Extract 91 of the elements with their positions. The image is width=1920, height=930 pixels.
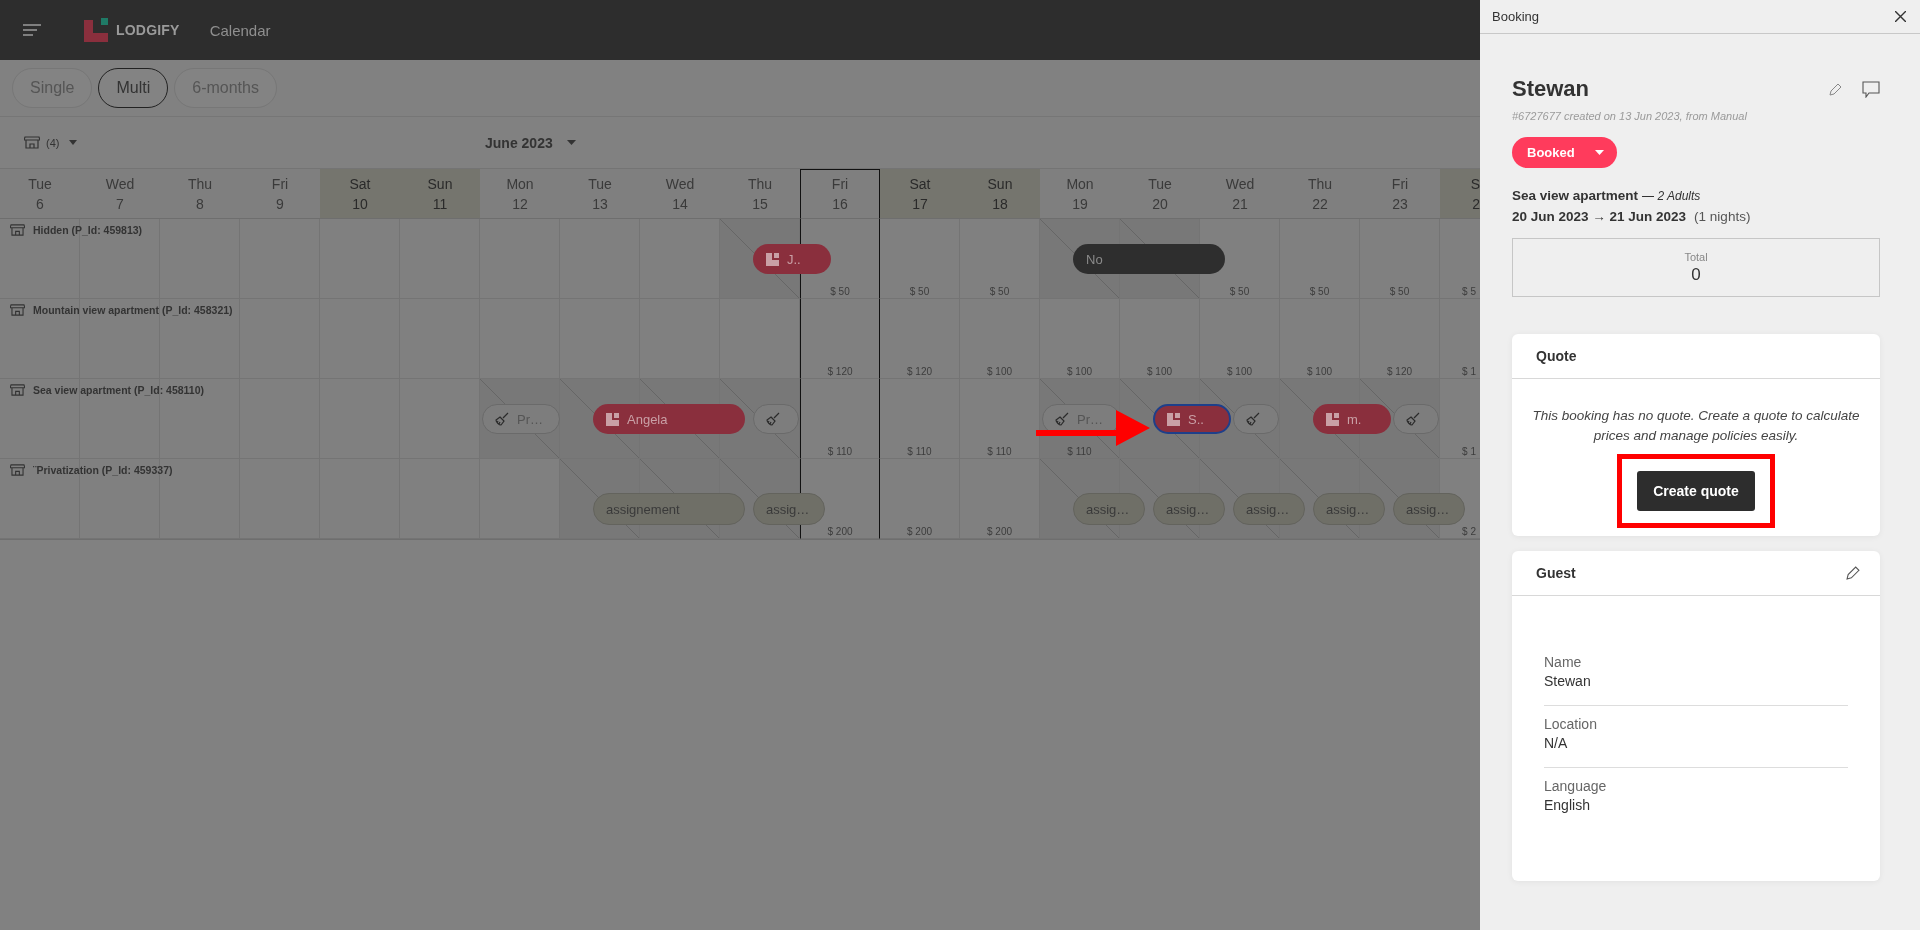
caret-icon: [566, 140, 576, 145]
price-label: $ 50: [829, 286, 851, 297]
price-label: $ 110: [826, 446, 854, 457]
property-label: ¨Privatization (P_Id: 459337): [10, 464, 173, 476]
price-label: $ 100: [1226, 366, 1253, 377]
booking-meta: #6727677 created on 13 Jun 2023, from Manual: [1512, 110, 1748, 122]
price-label: $ 50: [1388, 286, 1411, 297]
broom-icon: [1055, 412, 1069, 426]
store-icon: [10, 224, 25, 236]
broom-icon: [766, 412, 780, 426]
panel-title: Booking: [1492, 9, 1539, 24]
day-header: S 2: [1440, 169, 1480, 219]
price-label: $ 100: [1066, 366, 1093, 377]
pencil-icon[interactable]: [1829, 82, 1842, 96]
broom-icon: [1246, 412, 1260, 426]
cleaning-pill[interactable]: [753, 404, 799, 434]
logo-icon: [84, 18, 108, 42]
price-label: $ 110: [906, 446, 933, 457]
field-value: Stewan: [1544, 673, 1592, 689]
price-label: $ 200: [986, 526, 1013, 537]
field-label: Name: [1544, 654, 1583, 670]
caret-icon: [1594, 150, 1604, 155]
card-title: Guest: [1536, 565, 1576, 581]
property-filter[interactable]: (4): [24, 136, 78, 149]
status-dropdown[interactable]: Booked: [1512, 137, 1617, 168]
create-quote-button[interactable]: Create quote: [1637, 471, 1755, 511]
field-label: Location: [1544, 716, 1598, 732]
price-label: $ 120: [1386, 366, 1413, 377]
view-tab[interactable]: Multi: [98, 68, 169, 108]
price-label: $ 100: [1306, 366, 1333, 377]
price-label: $ 2: [1462, 526, 1476, 537]
total-value: 0: [1691, 264, 1701, 285]
blocked-pill[interactable]: No: [1073, 244, 1225, 274]
booking-icon: [1326, 412, 1339, 426]
booking-pill[interactable]: S..: [1153, 404, 1231, 434]
price-label: $ 110: [1066, 446, 1093, 457]
guest-count: — 2 Adults: [1642, 189, 1701, 203]
nights-count: (1 nights): [1694, 209, 1751, 224]
price-label: $ 50: [988, 286, 1011, 297]
app-name: LODGIFY: [116, 22, 180, 38]
stay-dates: 20 Jun 2023 → 21 Jun 2023: [1512, 209, 1687, 224]
property-label: Sea view apartment (P_Id: 458110): [10, 384, 204, 396]
cleaning-pill[interactable]: [1393, 404, 1439, 434]
cleaning-pill[interactable]: [1233, 404, 1279, 434]
close-icon[interactable]: [1895, 11, 1906, 22]
booking-icon: [1167, 412, 1180, 426]
property-name: Sea view apartment: [1512, 188, 1639, 203]
store-icon: [10, 464, 25, 476]
store-icon: [10, 304, 25, 316]
booking-pill[interactable]: J..: [753, 244, 831, 274]
quote-message: This booking has no quote. Create a quote to calculate prices and manage policies easily.: [1532, 407, 1860, 445]
price-label: $ 110: [986, 446, 1013, 457]
price-label: $ 5: [1462, 286, 1476, 297]
price-label: $ 1: [1462, 446, 1476, 457]
price-label: $ 100: [986, 366, 1013, 377]
day-header: Fri 16: [800, 169, 880, 219]
field-value: N/A: [1544, 735, 1569, 751]
menu-icon[interactable]: [23, 24, 41, 36]
pencil-icon[interactable]: [1846, 566, 1860, 580]
price-label: $ 100: [1146, 366, 1173, 377]
price-label: $ 120: [906, 366, 933, 377]
day-header: Sun 18: [960, 169, 1040, 219]
guest-name-title: Stewan: [1512, 76, 1591, 102]
property-label: Mountain view apartment (P_Id: 458321): [10, 304, 233, 316]
day-header: Sat 17: [880, 169, 960, 219]
price-label: $ 200: [826, 526, 854, 537]
price-label: $ 50: [908, 286, 931, 297]
day-header: Sat 10: [320, 169, 400, 219]
caret-icon: [69, 140, 78, 145]
booking-icon: [606, 412, 619, 426]
broom-icon: [495, 412, 509, 426]
store-icon: [10, 384, 25, 396]
total-label: Total: [1684, 250, 1708, 263]
booking-icon: [766, 252, 779, 266]
card-title: Quote: [1536, 348, 1577, 364]
month-selector[interactable]: June 2023: [485, 134, 576, 151]
field-value: English: [1544, 797, 1591, 813]
broom-icon: [1406, 412, 1420, 426]
price-label: $ 50: [1308, 286, 1331, 297]
property-label: Hidden (P_Id: 459813): [10, 224, 143, 236]
price-label: $ 120: [826, 366, 854, 377]
field-label: Language: [1544, 778, 1608, 794]
day-header: Sun 11: [400, 169, 480, 219]
comment-icon[interactable]: [1862, 80, 1880, 98]
booking-pill[interactable]: m.: [1313, 404, 1391, 434]
price-label: $ 50: [1228, 286, 1251, 297]
price-label: $ 1: [1462, 366, 1476, 377]
price-label: $ 200: [906, 526, 933, 537]
page-title: Calendar: [209, 21, 271, 39]
store-icon: [24, 136, 40, 149]
booking-pill[interactable]: Angela: [593, 404, 745, 434]
